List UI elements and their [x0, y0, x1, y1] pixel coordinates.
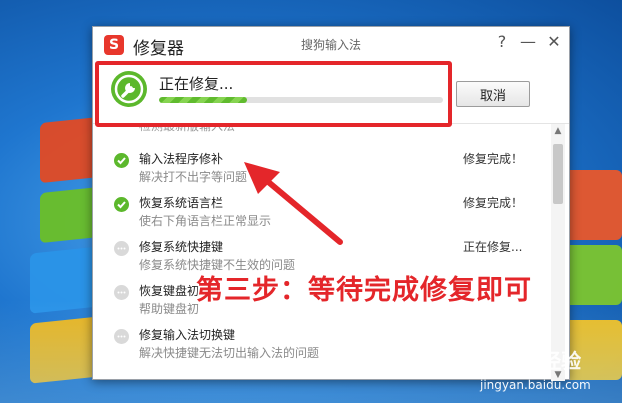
item-description: 帮助键盘初: [139, 302, 200, 316]
item-description: 解决快捷键无法切出输入法的问题: [139, 346, 320, 360]
list-item: 恢复系统语言栏 使右下角语言栏正常显示 修复完成！: [93, 194, 549, 240]
step-annotation-text: 第三步：等待完成修复即可: [196, 275, 532, 306]
repair-items-list: 检测最新版输入法 输入法程序修补 解决打不出字等问题 修复完成！ 恢复系统语言栏…: [93, 123, 569, 381]
scroll-up-icon[interactable]: ▲: [553, 126, 563, 136]
minimize-button[interactable]: —: [519, 32, 537, 51]
ellipsis-circle-icon: [114, 241, 129, 256]
list-scrollbar[interactable]: ▲ ▼: [551, 124, 565, 381]
window-titlebar[interactable]: S 修复器 搜狗输入法 ? — ✕: [93, 27, 569, 61]
progress-bar: [159, 97, 443, 103]
baidu-jingyan-watermark: Baidu 经验 jingyan.baidu.com: [470, 345, 622, 403]
item-title: 修复输入法切换键: [139, 328, 236, 342]
windows-logo-red-pane: [40, 116, 100, 184]
app-name: 搜狗输入法: [301, 38, 362, 52]
check-circle-icon: [114, 197, 129, 212]
progress-panel: 正在修复... 取消: [93, 61, 569, 123]
repair-status-text: 正在修复...: [159, 75, 234, 93]
item-title: 恢复键盘初: [139, 284, 200, 298]
repair-window: S 修复器 搜狗输入法 ? — ✕ 正在修复... 取消 检测最新版输入法 输入…: [92, 26, 570, 381]
close-button[interactable]: ✕: [545, 32, 563, 51]
help-button[interactable]: ?: [493, 32, 511, 51]
item-description: 解决打不出字等问题: [139, 170, 248, 184]
watermark-url: jingyan.baidu.com: [480, 378, 591, 392]
scroll-thumb[interactable]: [553, 144, 563, 204]
watermark-brand: Baidu 经验: [470, 349, 582, 373]
cancel-button[interactable]: 取消: [456, 81, 530, 107]
item-status: 正在修复...: [463, 240, 523, 254]
progress-bar-fill: [159, 97, 248, 103]
item-title: 修复系统快捷键: [139, 240, 224, 254]
item-status: 修复完成！: [463, 196, 524, 210]
item-title: 恢复系统语言栏: [139, 196, 224, 210]
windows-logo-green-pane: [40, 186, 100, 244]
check-circle-icon: [114, 153, 129, 168]
item-description: 使右下角语言栏正常显示: [139, 214, 272, 228]
sogou-logo-icon: S: [104, 35, 124, 55]
ellipsis-circle-icon: [114, 285, 129, 300]
wrench-icon: [111, 71, 147, 107]
ellipsis-circle-icon: [114, 329, 129, 344]
list-item: 输入法程序修补 解决打不出字等问题 修复完成！: [93, 150, 549, 196]
window-title: 修复器: [133, 39, 184, 59]
item-title: 输入法程序修补: [139, 152, 224, 166]
item-status: 修复完成！: [463, 152, 524, 166]
partial-list-item-desc: 检测最新版输入法: [139, 123, 236, 133]
